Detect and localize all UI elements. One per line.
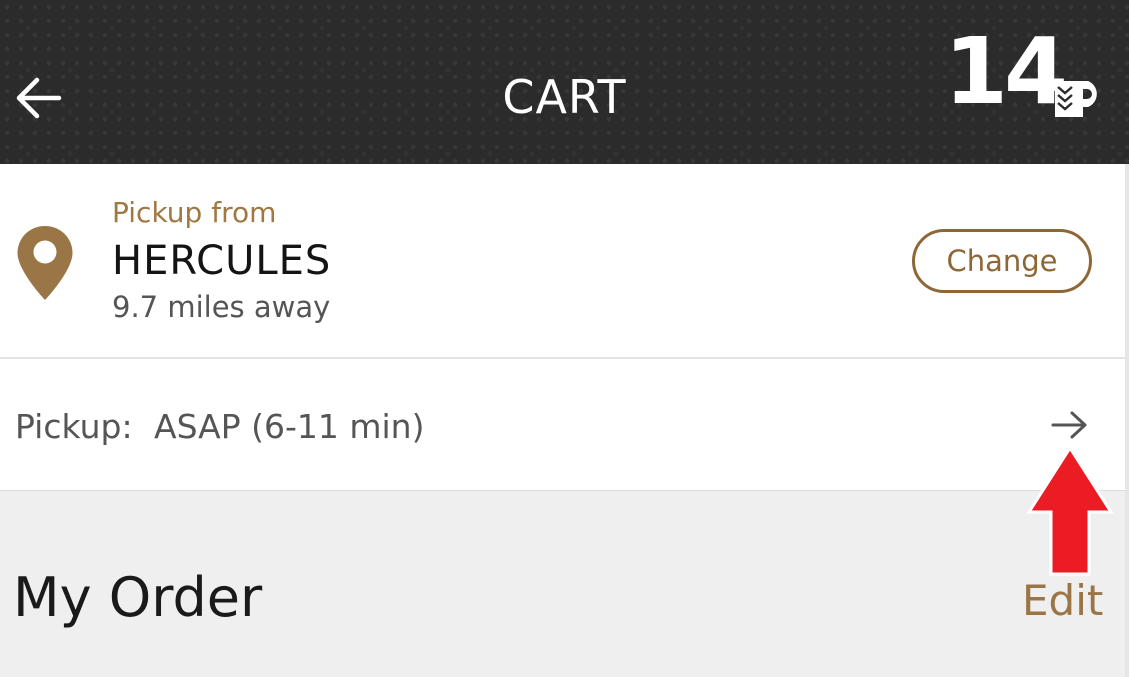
my-order-heading: My Order [13, 566, 263, 629]
scroll-edge [1125, 164, 1129, 677]
pickup-store-section: Pickup from HERCULES 9.7 miles away Chan… [0, 164, 1125, 359]
pickup-from-label: Pickup from [112, 196, 277, 229]
map-pin-icon [17, 226, 73, 300]
pickup-time-row[interactable]: Pickup: ASAP (6-11 min) [0, 359, 1125, 491]
pickup-time-label: Pickup: [15, 407, 133, 446]
edit-order-link[interactable]: Edit [1022, 576, 1103, 625]
arrow-right-icon[interactable] [1050, 409, 1090, 441]
pickup-time-value: ASAP (6-11 min) [154, 407, 425, 446]
change-store-button[interactable]: Change [912, 229, 1092, 293]
store-distance: 9.7 miles away [112, 290, 331, 324]
annotation-arrow-up-icon [1026, 446, 1114, 576]
rewards-p-logo-icon [1055, 81, 1097, 117]
store-name: HERCULES [112, 238, 332, 284]
points-count: 14 [944, 18, 1068, 125]
app-header: CART 14 [0, 0, 1129, 164]
